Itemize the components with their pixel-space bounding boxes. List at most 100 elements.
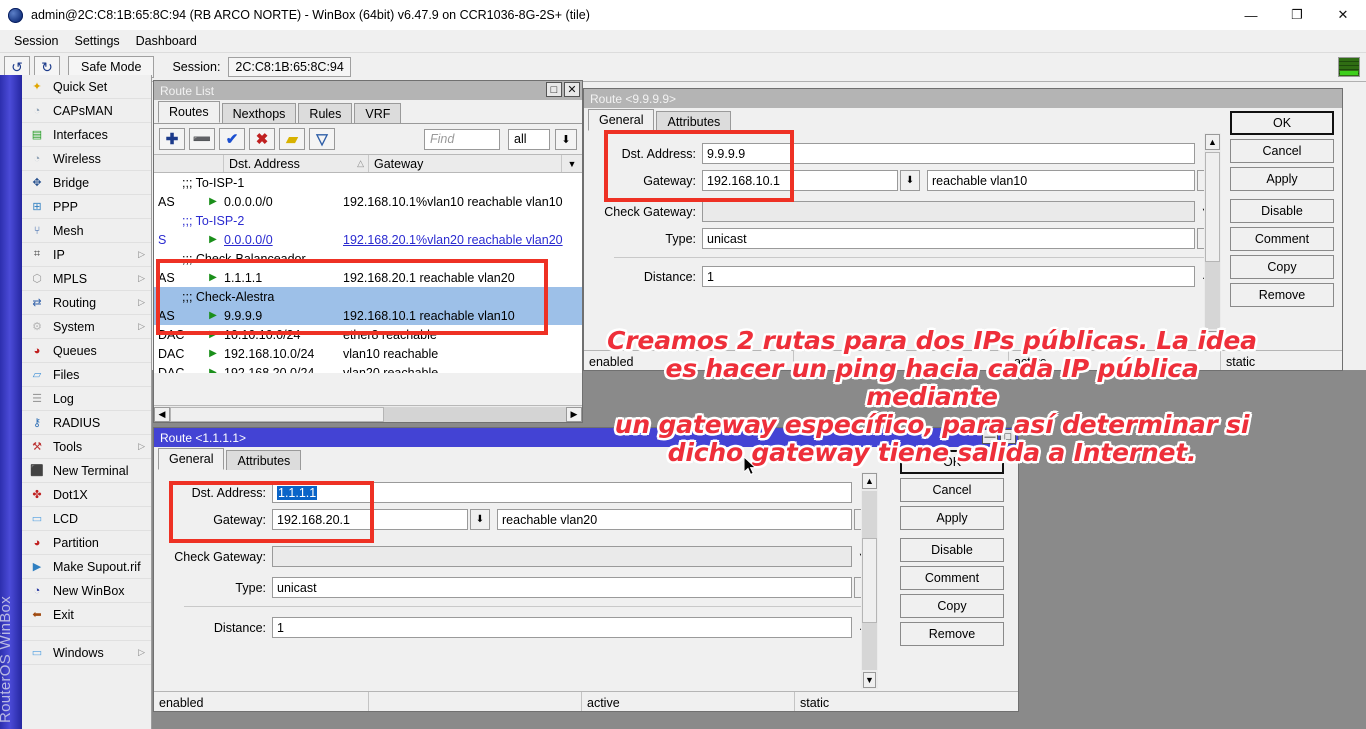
route-999-type-input[interactable]: unicast — [702, 228, 1195, 249]
comment-button[interactable]: Comment — [900, 566, 1004, 590]
scope-select[interactable]: all — [508, 129, 550, 150]
sidebar-item-exit[interactable]: ⬅Exit — [22, 603, 151, 627]
route-999-scroll-up-icon[interactable]: ▲ — [1205, 134, 1220, 150]
route-list-restore-icon[interactable]: □ — [546, 82, 562, 97]
route-999-distance-input[interactable]: 1 — [702, 266, 1195, 287]
hscroll-thumb[interactable] — [170, 407, 384, 422]
route-list-titlebar[interactable]: Route List □ ✕ — [154, 81, 582, 100]
sidebar-item-windows[interactable]: ▭Windows▷ — [22, 641, 151, 665]
route-111-minimize-icon[interactable]: — — [982, 429, 998, 444]
minimize-button[interactable]: — — [1228, 0, 1274, 30]
table-row[interactable]: ;;; Check-Balanceador — [154, 249, 582, 268]
route-111-dst-input[interactable]: 1.1.1.1 — [272, 482, 852, 503]
sidebar-item-new-terminal[interactable]: ⬛New Terminal — [22, 459, 151, 483]
disable-button[interactable]: Disable — [900, 538, 1004, 562]
route-111-scroll-track[interactable] — [862, 491, 877, 670]
restore-button[interactable]: ❐ — [1274, 0, 1320, 30]
sidebar-item-ppp[interactable]: ⊞PPP — [22, 195, 151, 219]
hscroll-track[interactable] — [170, 407, 566, 422]
tab-routes[interactable]: Routes — [158, 101, 220, 123]
sidebar-item-log[interactable]: ☰Log — [22, 387, 151, 411]
table-row[interactable]: DAC▶192.168.10.0/24vlan10 reachable — [154, 344, 582, 363]
route-111-gateway-input[interactable]: 192.168.20.1 — [272, 509, 468, 530]
route-111-titlebar[interactable]: Route <1.1.1.1> — □ — [154, 428, 1018, 447]
cancel-button[interactable]: Cancel — [900, 478, 1004, 502]
filter-icon[interactable]: ▽ — [309, 128, 335, 150]
sidebar-item-radius[interactable]: ⚷RADIUS — [22, 411, 151, 435]
route-999-form-scrollbar[interactable]: ▲ ▼ — [1204, 133, 1221, 348]
apply-button[interactable]: Apply — [900, 506, 1004, 530]
route-111-scroll-thumb[interactable] — [862, 538, 877, 624]
table-row[interactable]: DAC▶192.168.20.0/24vlan20 reachable — [154, 363, 582, 373]
route-list-close-icon[interactable]: ✕ — [564, 82, 580, 97]
sidebar-item-files[interactable]: ▱Files — [22, 363, 151, 387]
remove-button[interactable]: Remove — [1230, 283, 1334, 307]
tab-rules[interactable]: Rules — [298, 103, 352, 123]
tab-attributes[interactable]: Attributes — [656, 111, 731, 131]
close-button[interactable]: ✕ — [1320, 0, 1366, 30]
sidebar-item-new-winbox[interactable]: ◔New WinBox — [22, 579, 151, 603]
table-row[interactable]: ;;; Check-Alestra — [154, 287, 582, 306]
route-999-dst-input[interactable]: 9.9.9.9 — [702, 143, 1195, 164]
hscroll-left-icon[interactable]: ◀ — [154, 407, 170, 422]
sidebar-item-interfaces[interactable]: ▤Interfaces — [22, 123, 151, 147]
sidebar-item-capsman[interactable]: ◔CAPsMAN — [22, 99, 151, 123]
sidebar-item-system[interactable]: ⚙System▷ — [22, 315, 151, 339]
route-999-check-gateway-input[interactable] — [702, 201, 1195, 222]
copy-button[interactable]: Copy — [1230, 255, 1334, 279]
route-999-gateway-dropdown-icon[interactable]: ⬇ — [900, 170, 920, 191]
menu-dashboard[interactable]: Dashboard — [128, 32, 205, 50]
find-input[interactable]: Find — [424, 129, 500, 150]
table-row[interactable]: DAC▶10.10.10.0/24ether8 reachable — [154, 325, 582, 344]
disable-button[interactable]: Disable — [1230, 199, 1334, 223]
table-row[interactable]: AS▶9.9.9.9192.168.10.1 reachable vlan10 — [154, 306, 582, 325]
sidebar-item-mpls[interactable]: ⬡MPLS▷ — [22, 267, 151, 291]
column-menu-icon[interactable]: ▼ — [562, 159, 582, 169]
column-dst-address[interactable]: Dst. Address △ — [224, 155, 369, 172]
comment-route-icon[interactable]: ▰ — [279, 128, 305, 150]
tab-vrf[interactable]: VRF — [354, 103, 401, 123]
menu-settings[interactable]: Settings — [66, 32, 127, 50]
route-999-scroll-down-icon[interactable]: ▼ — [1206, 331, 1219, 347]
remove-route-icon[interactable]: ➖ — [189, 128, 215, 150]
route-999-scroll-thumb[interactable] — [1205, 152, 1220, 262]
session-input[interactable]: 2C:C8:1B:65:8C:94 — [228, 57, 350, 77]
cancel-button[interactable]: Cancel — [1230, 139, 1334, 163]
tab-general[interactable]: General — [158, 448, 224, 470]
sidebar-item-bridge[interactable]: ✥Bridge — [22, 171, 151, 195]
hscroll-right-icon[interactable]: ▶ — [566, 407, 582, 422]
route-999-gateway-input[interactable]: 192.168.10.1 — [702, 170, 898, 191]
sidebar-item-wireless[interactable]: ◔Wireless — [22, 147, 151, 171]
route-999-titlebar[interactable]: Route <9.9.9.9> — [584, 89, 1342, 108]
sidebar-item-mesh[interactable]: ⑂Mesh — [22, 219, 151, 243]
column-flags[interactable] — [154, 155, 224, 172]
enable-route-icon[interactable]: ✔ — [219, 128, 245, 150]
sidebar-item-quick-set[interactable]: ✦Quick Set — [22, 75, 151, 99]
table-row[interactable]: AS▶1.1.1.1192.168.20.1 reachable vlan20 — [154, 268, 582, 287]
table-row[interactable]: AS▶0.0.0.0/0192.168.10.1%vlan10 reachabl… — [154, 192, 582, 211]
route-111-form-scrollbar[interactable]: ▲ ▼ — [861, 472, 878, 689]
tab-general[interactable]: General — [588, 109, 654, 131]
disable-route-icon[interactable]: ✖ — [249, 128, 275, 150]
route-111-scroll-up-icon[interactable]: ▲ — [862, 473, 877, 489]
apply-button[interactable]: Apply — [1230, 167, 1334, 191]
tab-attributes[interactable]: Attributes — [226, 450, 301, 470]
route-111-check-gateway-input[interactable] — [272, 546, 852, 567]
ok-button[interactable]: OK — [1230, 111, 1334, 135]
route-111-restore-icon[interactable]: □ — [1000, 429, 1016, 444]
ok-button[interactable]: OK — [900, 450, 1004, 474]
sidebar-item-lcd[interactable]: ▭LCD — [22, 507, 151, 531]
comment-button[interactable]: Comment — [1230, 227, 1334, 251]
sidebar-item-routing[interactable]: ⇄Routing▷ — [22, 291, 151, 315]
scope-dropdown-icon[interactable]: ⬇ — [555, 129, 577, 150]
column-gateway[interactable]: Gateway — [369, 155, 562, 172]
table-row[interactable]: ;;; To-ISP-2 — [154, 211, 582, 230]
route-list-hscrollbar[interactable]: ◀ ▶ — [154, 405, 582, 422]
copy-button[interactable]: Copy — [900, 594, 1004, 618]
tab-nexthops[interactable]: Nexthops — [222, 103, 297, 123]
sidebar-item-dot1x[interactable]: ✤Dot1X — [22, 483, 151, 507]
sidebar-item-queues[interactable]: ◕Queues — [22, 339, 151, 363]
table-row[interactable]: ;;; To-ISP-1 — [154, 173, 582, 192]
table-row[interactable]: S▶0.0.0.0/0192.168.20.1%vlan20 reachable… — [154, 230, 582, 249]
route-111-gateway-dropdown-icon[interactable]: ⬇ — [470, 509, 490, 530]
